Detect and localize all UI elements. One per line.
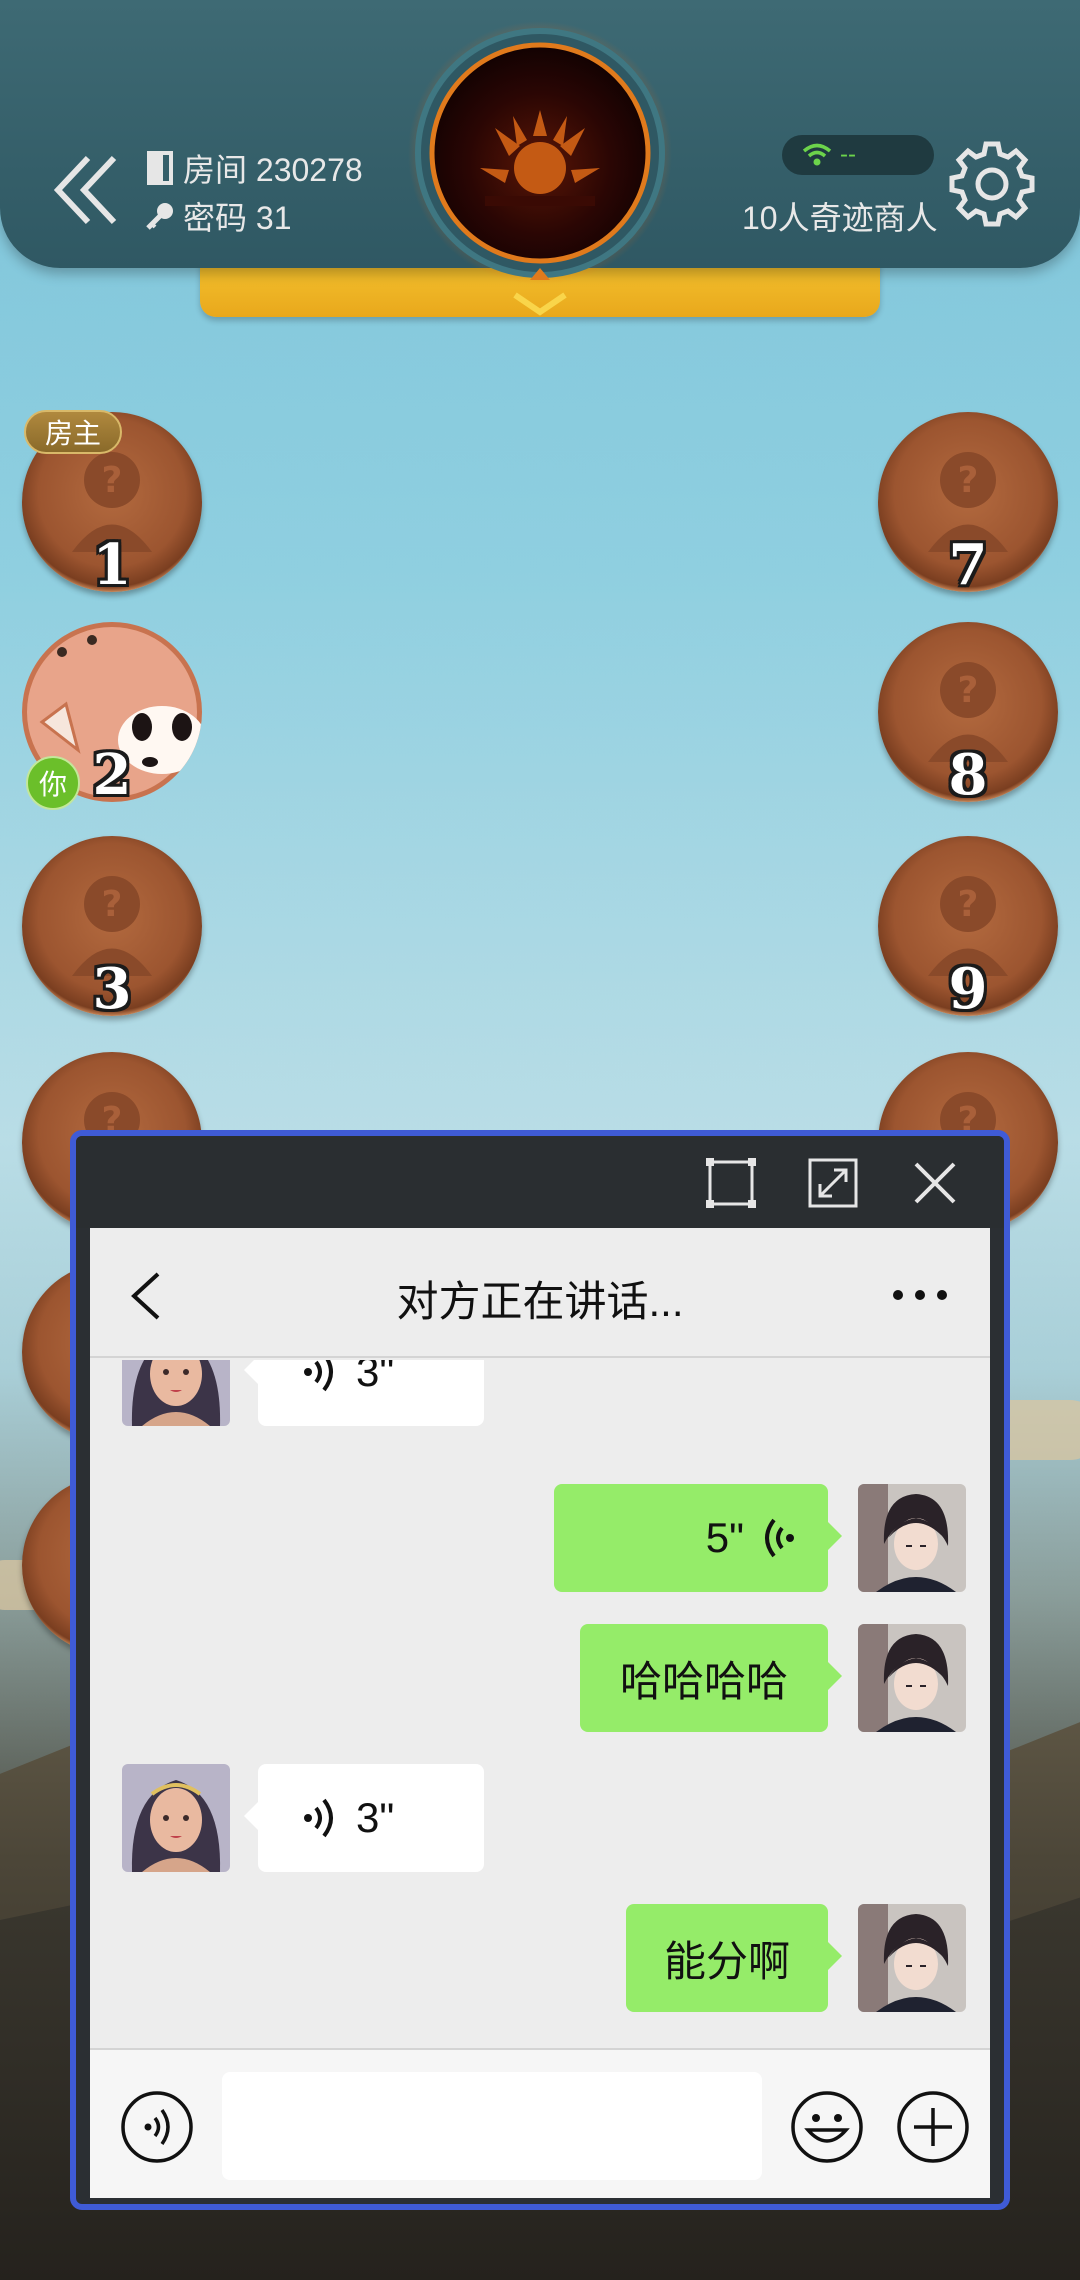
girl-avatar-icon [122, 1360, 230, 1426]
network-status-text: -- [840, 141, 856, 168]
seat-number: 7 [948, 532, 988, 598]
message-text: 哈哈哈哈 [619, 1657, 788, 1705]
wifi-icon [802, 143, 832, 166]
svg-text:?: ? [958, 460, 979, 501]
svg-text:?: ? [102, 884, 123, 925]
boy-avatar-icon [858, 1904, 966, 2012]
seat-number: 3 [92, 956, 132, 1022]
boy-avatar-icon [858, 1624, 966, 1732]
voice-wave-icon [304, 1798, 333, 1838]
network-status: -- [782, 135, 934, 175]
chat-input-bar [90, 2048, 990, 2198]
seat-8[interactable]: ? 8 [878, 622, 1058, 808]
my-avatar [858, 1904, 966, 2012]
girl-avatar-icon [122, 1764, 230, 1872]
sun-emblem [405, 18, 675, 288]
room-password-label: 密码 31 [183, 200, 292, 236]
game-mode-label: 10人奇迹商人 [742, 200, 938, 236]
message-item: 哈哈哈哈 [90, 1624, 990, 1732]
sun-icon [408, 21, 672, 285]
message-item: 5" [90, 1484, 990, 1592]
chat-header: 对方正在讲话... [90, 1228, 990, 1358]
voice-duration: 5" [705, 1514, 744, 1561]
message-list[interactable]: 3" 5" 哈哈哈哈 3" 能分啊 [90, 1360, 990, 2050]
text-message-bubble[interactable]: 哈哈哈哈 [580, 1624, 842, 1732]
voice-message-bubble[interactable]: 5" [554, 1484, 842, 1592]
seat-number: 8 [948, 742, 988, 808]
voice-wave-icon [765, 1518, 794, 1558]
my-avatar [858, 1624, 966, 1732]
you-badge: 你 [26, 756, 80, 810]
svg-text:?: ? [102, 460, 123, 501]
contact-avatar [122, 1360, 230, 1426]
emoji-icon[interactable] [790, 2090, 864, 2164]
seat-9[interactable]: ? 9 [878, 836, 1058, 1022]
key-icon [146, 203, 173, 230]
host-badge: 房主 [24, 410, 122, 454]
chat-title: 对方正在讲话... [396, 1278, 684, 1325]
room-password: 密码 31 [145, 193, 292, 239]
voice-duration: 3" [356, 1360, 395, 1395]
window-title-bar[interactable] [76, 1136, 1004, 1228]
message-text: 能分啊 [663, 1937, 790, 1985]
door-icon [147, 151, 173, 185]
room-number-label: 房间 230278 [183, 152, 363, 188]
contact-avatar [122, 1764, 230, 1872]
voice-message-bubble[interactable]: 3" [244, 1360, 484, 1426]
window-frame-icon[interactable] [704, 1156, 758, 1210]
my-avatar [858, 1484, 966, 1592]
seat-number: 1 [92, 532, 132, 598]
plus-icon[interactable] [896, 2090, 970, 2164]
seat-3[interactable]: ? 3 [22, 836, 202, 1022]
seat-number: 9 [948, 956, 988, 1022]
voice-wave-icon [304, 1360, 333, 1392]
double-chevron-left-icon[interactable] [50, 150, 120, 230]
close-icon[interactable] [908, 1156, 962, 1210]
text-message-bubble[interactable]: 能分啊 [626, 1904, 842, 2012]
voice-message-bubble[interactable]: 3" [244, 1764, 484, 1872]
svg-text:?: ? [958, 670, 979, 711]
room-number: 房间 230278 [145, 145, 363, 191]
boy-avatar-icon [858, 1484, 966, 1592]
seat-7[interactable]: ? 7 [878, 412, 1058, 598]
message-item: 能分啊 [90, 1904, 990, 2012]
floating-chat-window: 对方正在讲话... 3" 5" 哈哈哈哈 3" 能分啊 [70, 1130, 1010, 2210]
svg-text:?: ? [958, 884, 979, 925]
more-options-icon[interactable] [890, 1288, 950, 1302]
chat-screen: 对方正在讲话... 3" 5" 哈哈哈哈 3" 能分啊 [90, 1228, 990, 2198]
gear-icon[interactable] [948, 140, 1036, 228]
message-item: 3" [90, 1360, 990, 1426]
chevron-down-icon [513, 292, 567, 316]
message-input[interactable] [222, 2072, 762, 2180]
message-item: 3" [90, 1764, 990, 1872]
expand-icon[interactable] [806, 1156, 860, 1210]
voice-duration: 3" [356, 1794, 395, 1841]
voice-input-icon[interactable] [120, 2090, 194, 2164]
